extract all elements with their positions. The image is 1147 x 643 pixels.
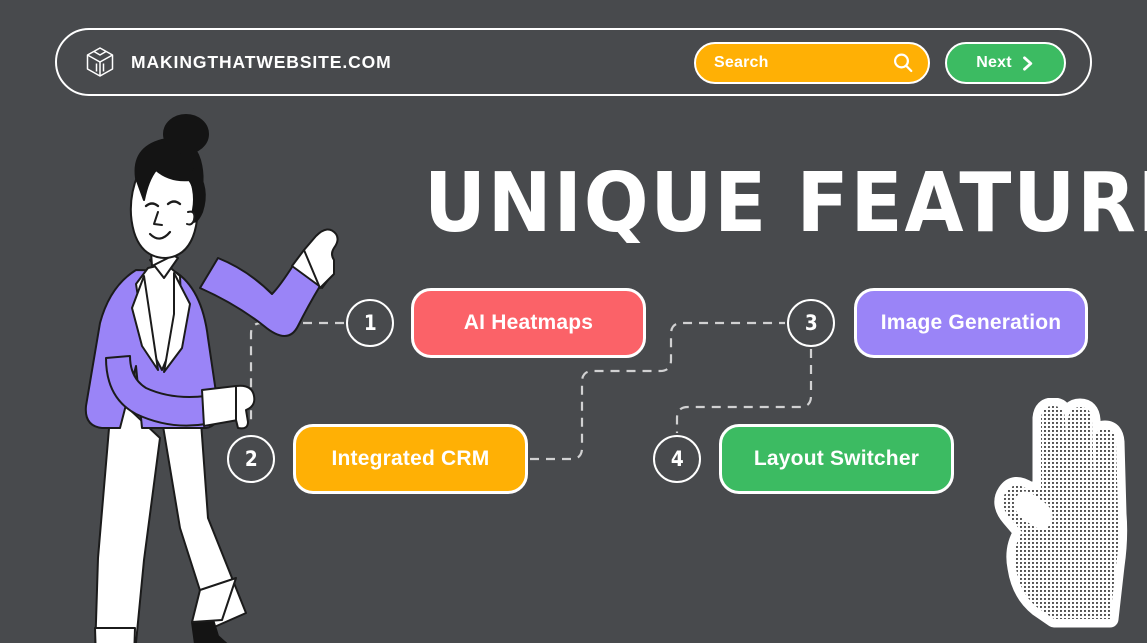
feature-pill-4-label: Layout Switcher bbox=[753, 447, 920, 470]
feature-number-3-label: 3 bbox=[804, 310, 818, 335]
feature-pill-1-label: AI Heatmaps bbox=[463, 311, 594, 334]
next-button-label: Next bbox=[976, 54, 1012, 71]
page-title: UNIQUE FEATURES bbox=[424, 156, 1147, 251]
feature-pill-ai-heatmaps[interactable]: AI Heatmaps bbox=[411, 288, 646, 358]
cube-box-icon bbox=[86, 47, 114, 77]
search-input[interactable]: Search bbox=[694, 42, 930, 84]
feature-number-3[interactable]: 3 bbox=[787, 299, 835, 347]
feature-number-2-label: 2 bbox=[244, 446, 258, 471]
infographic-slide: MAKINGTHATWEBSITE.COM Search Next UNIQUE… bbox=[0, 0, 1147, 643]
feature-pill-3-label: Image Generation bbox=[880, 311, 1062, 334]
feature-pill-image-generation[interactable]: Image Generation bbox=[854, 288, 1088, 358]
woman-presenting-illustration bbox=[84, 114, 339, 643]
feature-pill-integrated-crm[interactable]: Integrated CRM bbox=[293, 424, 528, 494]
brand-name: MAKINGTHATWEBSITE.COM bbox=[131, 51, 392, 72]
chevron-right-icon bbox=[1022, 55, 1032, 71]
feature-number-1-label: 1 bbox=[363, 310, 377, 335]
feature-number-4[interactable]: 4 bbox=[653, 435, 701, 483]
search-icon[interactable] bbox=[892, 52, 914, 74]
search-input-value: Search bbox=[714, 54, 769, 71]
feature-number-1[interactable]: 1 bbox=[346, 299, 394, 347]
feature-pill-2-label: Integrated CRM bbox=[331, 447, 490, 470]
feature-number-4-label: 4 bbox=[670, 446, 684, 471]
brand[interactable]: MAKINGTHATWEBSITE.COM bbox=[83, 45, 392, 79]
feature-number-2[interactable]: 2 bbox=[227, 435, 275, 483]
ok-hand-gesture-illustration bbox=[994, 398, 1128, 628]
header-bar: MAKINGTHATWEBSITE.COM Search Next bbox=[55, 28, 1092, 96]
feature-pill-layout-switcher[interactable]: Layout Switcher bbox=[719, 424, 954, 494]
next-button[interactable]: Next bbox=[945, 42, 1066, 84]
